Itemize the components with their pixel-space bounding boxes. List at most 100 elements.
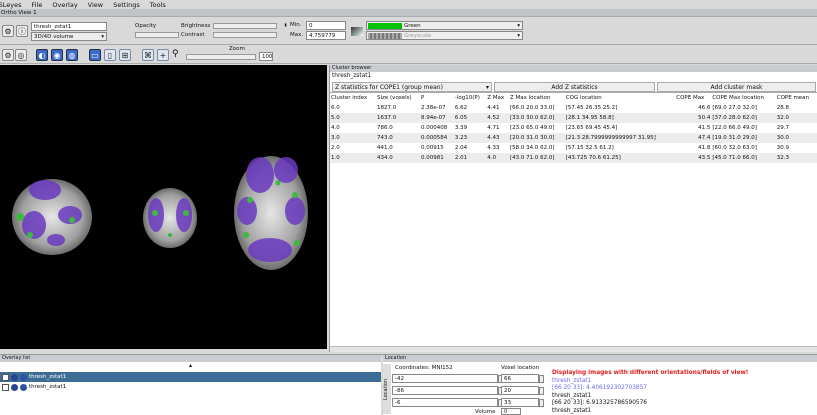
location-side-tab[interactable]: Location bbox=[383, 364, 391, 414]
ortho-canvas[interactable] bbox=[0, 65, 327, 349]
eye-icon[interactable] bbox=[20, 374, 27, 381]
overlay-type-select[interactable]: 3D/4D volume ▾ bbox=[31, 32, 107, 41]
cell-zmax-location[interactable]: [43.0 71.0 62.0] bbox=[509, 153, 565, 163]
voxel-y-field[interactable]: 20 bbox=[501, 386, 539, 395]
lock-icon[interactable] bbox=[2, 384, 9, 391]
grid-layout-icon[interactable]: ⊞ bbox=[119, 49, 131, 61]
cell-zmax-location[interactable]: [33.0 30.0 62.0] bbox=[509, 113, 565, 123]
max-field[interactable]: 4.759779 bbox=[306, 31, 346, 40]
screenshot-icon[interactable]: ◎ bbox=[15, 49, 27, 61]
coord-x-spinner[interactable]: -42 bbox=[392, 374, 503, 383]
menu-fsleyes[interactable]: FSLeyes bbox=[0, 1, 22, 9]
cell-cope-max-location[interactable]: [37.0 28.0 62.0] bbox=[711, 113, 775, 123]
voxel-z-spinner[interactable]: 33 bbox=[501, 398, 544, 407]
spin-arrow-icon[interactable] bbox=[539, 375, 544, 383]
table-row[interactable]: 1.0434.00.009812.014.0[43.0 71.0 62.0][4… bbox=[330, 153, 817, 163]
link-icon[interactable] bbox=[11, 374, 18, 381]
axial-toggle-icon[interactable]: ◍ bbox=[66, 49, 78, 61]
min-field[interactable]: 0 bbox=[306, 21, 346, 30]
cell-cope-max: 50.4 bbox=[675, 113, 711, 123]
spin-arrow-icon[interactable] bbox=[539, 399, 544, 407]
table-row[interactable]: 5.01637.08.94e-076.054.52[33.0 30.0 62.0… bbox=[330, 113, 817, 123]
header-cope-max[interactable]: COPE Max bbox=[675, 93, 711, 103]
cell-zmax-location[interactable]: [66.0 20.0 33.0] bbox=[509, 103, 565, 113]
header-zmax-location[interactable]: Z Max location bbox=[509, 93, 565, 103]
coord-z-spinner[interactable]: -6 bbox=[392, 398, 503, 407]
cell-cog-location[interactable]: [23.65 69.45 45.4] bbox=[565, 123, 675, 133]
coord-x-field[interactable]: -42 bbox=[392, 374, 498, 383]
lock-icon[interactable] bbox=[2, 374, 9, 381]
opacity-slider[interactable] bbox=[135, 32, 179, 38]
table-row[interactable]: 3.0743.00.0005843.234.43[20.0 31.0 30.0]… bbox=[330, 133, 817, 143]
overlay-list-item[interactable]: thresh_zstat1 bbox=[0, 382, 381, 392]
table-row[interactable]: 4.0786.00.0004083.394.71[23.0 65.0 49.0]… bbox=[330, 123, 817, 133]
voxel-z-field[interactable]: 33 bbox=[501, 398, 539, 407]
secondary-cmap-select[interactable]: Greyscale ▾ bbox=[366, 31, 523, 40]
cell-zmax: 4.71 bbox=[486, 123, 509, 133]
cell-zmax-location[interactable]: [58.0 34.0 62.0] bbox=[509, 143, 565, 153]
dataset-select[interactable]: Z statistics for COPE1 (group mean) ▾ bbox=[332, 82, 492, 92]
brightness-slider[interactable] bbox=[213, 23, 277, 29]
horizontal-layout-icon[interactable]: ▭ bbox=[89, 49, 101, 61]
zoom-field[interactable]: 100 bbox=[259, 52, 273, 61]
cell-cog-location[interactable]: [57.45 26.35 25.2] bbox=[565, 103, 675, 113]
voxel-x-field[interactable]: 66 bbox=[501, 374, 539, 383]
cell-cope-max-location[interactable]: [69.0 27.0 32.0] bbox=[711, 103, 775, 113]
cell-cope-max-location[interactable]: [60.0 32.0 63.0] bbox=[711, 143, 775, 153]
coronal-toggle-icon[interactable]: ◉ bbox=[51, 49, 63, 61]
menu-view[interactable]: View bbox=[88, 1, 103, 9]
table-row[interactable]: 2.0441.00.009152.044.33[58.0 34.0 62.0][… bbox=[330, 143, 817, 153]
cell-cog-location[interactable]: [57.15 32.5 61.2] bbox=[565, 143, 675, 153]
add-cluster-mask-button[interactable]: Add cluster mask bbox=[657, 82, 816, 92]
info-icon[interactable]: ⓘ bbox=[16, 25, 28, 37]
cell-cope-max-location[interactable]: [22.0 66.0 49.0] bbox=[711, 123, 775, 133]
cell-zmax-location[interactable]: [20.0 31.0 30.0] bbox=[509, 133, 565, 143]
voxel-y-spinner[interactable]: 20 bbox=[501, 386, 544, 395]
header-cog-location[interactable]: COG location bbox=[565, 93, 675, 103]
horizontal-scrollbar[interactable] bbox=[330, 346, 817, 352]
menu-overlay[interactable]: Overlay bbox=[52, 1, 77, 9]
menu-settings[interactable]: Settings bbox=[113, 1, 140, 9]
cell-size: 786.0 bbox=[376, 123, 420, 133]
cell-cope-max-location[interactable]: [45.0 71.0 66.0] bbox=[711, 153, 775, 163]
zoom-slider[interactable] bbox=[186, 54, 256, 60]
cell-cog-location[interactable]: [28.1 34.95 58.8] bbox=[565, 113, 675, 123]
contrast-slider[interactable] bbox=[213, 32, 277, 38]
header-size[interactable]: Size (voxels) bbox=[376, 93, 420, 103]
add-z-statistics-button[interactable]: Add Z statistics bbox=[494, 82, 655, 92]
primary-cmap-select[interactable]: Green ▾ bbox=[366, 21, 523, 30]
header-cluster-index[interactable]: Cluster index bbox=[330, 93, 376, 103]
header-cope-mean[interactable]: COPE mean bbox=[776, 93, 817, 103]
cell-cope-max-location[interactable]: [19.0 31.0 29.0] bbox=[711, 133, 775, 143]
cell-cluster-index: 6.0 bbox=[330, 103, 376, 113]
coord-z-field[interactable]: -6 bbox=[392, 398, 498, 407]
gear-icon[interactable]: ⚙ bbox=[2, 25, 14, 37]
coord-y-field[interactable]: -86 bbox=[392, 386, 498, 395]
voxel-x-spinner[interactable]: 66 bbox=[501, 374, 544, 383]
cmap-toggle-icon[interactable] bbox=[351, 27, 363, 36]
vertical-layout-icon[interactable]: ▯ bbox=[104, 49, 116, 61]
link-icon[interactable] bbox=[11, 384, 18, 391]
cell-cope-max: 41.8 bbox=[675, 143, 711, 153]
coord-y-spinner[interactable]: -86 bbox=[392, 386, 503, 395]
spin-arrow-icon[interactable] bbox=[539, 387, 544, 395]
menu-tools[interactable]: Tools bbox=[150, 1, 166, 9]
overlay-list-item[interactable]: thresh_zstat1 bbox=[0, 372, 381, 382]
cursor-toggle-icon[interactable]: + bbox=[157, 49, 169, 61]
overlay-name-field[interactable]: thresh_zstat1 bbox=[31, 22, 107, 31]
header-zmax[interactable]: Z Max bbox=[486, 93, 509, 103]
cell-cog-location[interactable]: [43.725 70.6 61.25] bbox=[565, 153, 675, 163]
reset-zoom-icon[interactable]: ⌘ bbox=[142, 49, 154, 61]
table-row[interactable]: 6.01827.02.38e-076.624.41[66.0 20.0 33.0… bbox=[330, 103, 817, 113]
range-lock[interactable]: ▮ bbox=[283, 22, 288, 40]
header-cope-max-location[interactable]: COPE Max location bbox=[711, 93, 775, 103]
header-log10p[interactable]: -log10(P) bbox=[454, 93, 486, 103]
cell-cog-location[interactable]: [21.3 28.7999999999997 31.95] bbox=[565, 133, 675, 143]
wrench-icon[interactable]: ⚙ bbox=[2, 49, 14, 61]
eye-icon[interactable] bbox=[20, 384, 27, 391]
cell-zmax-location[interactable]: [23.0 65.0 49.0] bbox=[509, 123, 565, 133]
move-up-icon[interactable]: ▴ bbox=[0, 362, 381, 372]
sagittal-toggle-icon[interactable]: ◐ bbox=[36, 49, 48, 61]
menu-file[interactable]: File bbox=[32, 1, 43, 9]
header-p[interactable]: P bbox=[420, 93, 454, 103]
